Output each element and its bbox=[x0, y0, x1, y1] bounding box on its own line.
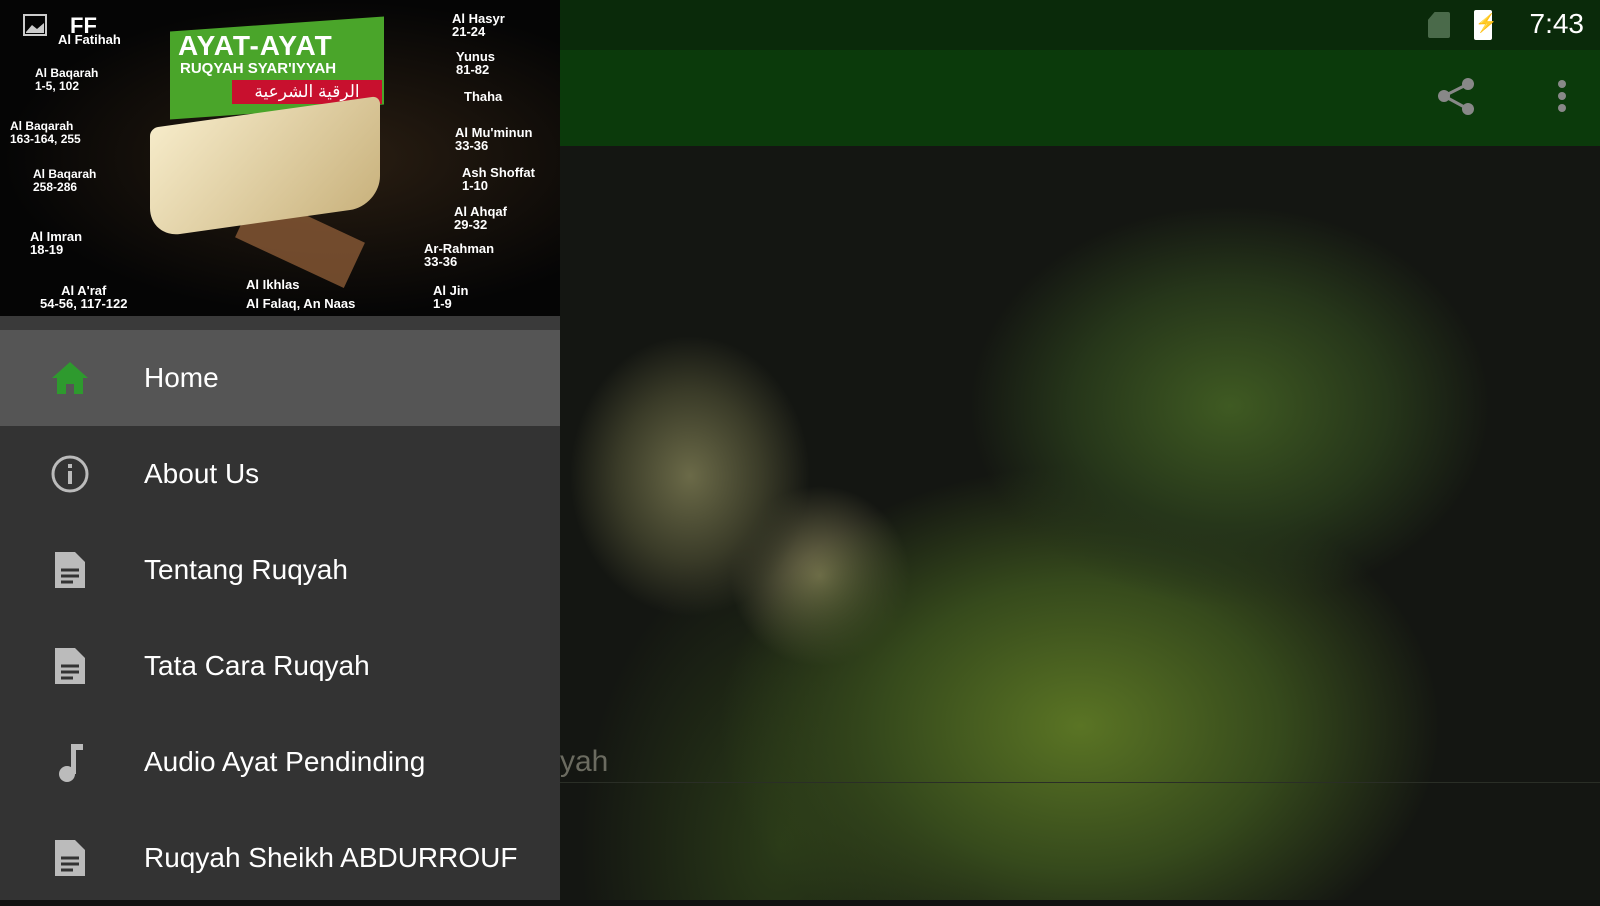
surah-label: Al A'raf 54-56, 117-122 bbox=[40, 283, 128, 311]
surah-label: Ash Shoffat 1-10 bbox=[462, 165, 535, 193]
clock: 7:43 bbox=[1529, 8, 1585, 39]
surah-label: Al Falaq, An Naas bbox=[246, 296, 356, 311]
drawer-item-home[interactable]: Home bbox=[0, 330, 560, 426]
surah-label: Al Hasyr 21-24 bbox=[452, 11, 505, 39]
drawer-item-label: About Us bbox=[144, 458, 260, 489]
drawer-menu: Home About Us Tentang Ruqyah Tata Cara R… bbox=[0, 330, 560, 906]
surah-label: Al Fatihah bbox=[58, 32, 121, 47]
document-icon bbox=[55, 840, 85, 876]
drawer-item-label: Ruqyah Sheikh ABDURROUF bbox=[144, 842, 518, 873]
surah-label: Al Baqarah 1-5, 102 bbox=[35, 66, 99, 93]
status-bar: 7:43 bbox=[560, 0, 1600, 50]
surah-label: Thaha bbox=[464, 89, 503, 104]
document-icon bbox=[55, 648, 85, 684]
header-title: AYAT-AYAT bbox=[178, 30, 333, 61]
document-icon bbox=[55, 552, 85, 588]
drawer-item-label: Tata Cara Ruqyah bbox=[144, 650, 370, 681]
header-subtitle: RUQYAH SYAR'IYYAH bbox=[180, 60, 337, 77]
drawer-item-label: Audio Ayat Pendinding bbox=[144, 746, 426, 777]
info-icon bbox=[51, 455, 89, 493]
surah-label: Al Mu'minun 33-36 bbox=[455, 125, 533, 153]
surah-label: Yunus 81-82 bbox=[456, 49, 496, 77]
drawer-item-label: Home bbox=[144, 362, 219, 393]
navigation-drawer: FF AYAT-AYAT RUQYAH SYAR'IYYAH الرقية ال… bbox=[0, 0, 560, 900]
drawer-item-audio-ayat-pendinding[interactable]: Audio Ayat Pendinding bbox=[0, 714, 560, 810]
image-icon bbox=[23, 14, 47, 36]
content-title: yah bbox=[560, 745, 609, 778]
surah-label: Al Jin 1-9 bbox=[433, 283, 469, 311]
battery-charging-icon bbox=[1474, 10, 1497, 40]
surah-label: Al Ikhlas bbox=[246, 277, 300, 292]
share-icon[interactable] bbox=[1436, 76, 1480, 120]
divider bbox=[560, 782, 1600, 783]
drawer-item-tata-cara-ruqyah[interactable]: Tata Cara Ruqyah bbox=[0, 618, 560, 714]
drawer-item-tentang-ruqyah[interactable]: Tentang Ruqyah bbox=[0, 522, 560, 618]
drawer-item-label: Tentang Ruqyah bbox=[144, 554, 348, 585]
surah-label: Al Imran 18-19 bbox=[30, 229, 83, 257]
music-note-icon bbox=[59, 744, 83, 782]
surah-label: Al Ahqaf 29-32 bbox=[454, 204, 507, 232]
no-sim-icon bbox=[1428, 12, 1450, 38]
drawer-header-image: FF AYAT-AYAT RUQYAH SYAR'IYYAH الرقية ال… bbox=[0, 0, 560, 316]
home-icon bbox=[52, 362, 88, 394]
toolbar bbox=[560, 50, 1600, 146]
more-vert-icon[interactable] bbox=[1554, 76, 1570, 120]
surah-label: Ar-Rahman 33-36 bbox=[424, 241, 495, 269]
drawer-item-about-us[interactable]: About Us bbox=[0, 426, 560, 522]
surah-label: Al Baqarah 258-286 bbox=[33, 167, 97, 194]
drawer-item-ruqyah-sheikh-abdurrouf[interactable]: Ruqyah Sheikh ABDURROUF bbox=[0, 810, 560, 906]
surah-label: Al Baqarah 163-164, 255 bbox=[10, 119, 81, 146]
